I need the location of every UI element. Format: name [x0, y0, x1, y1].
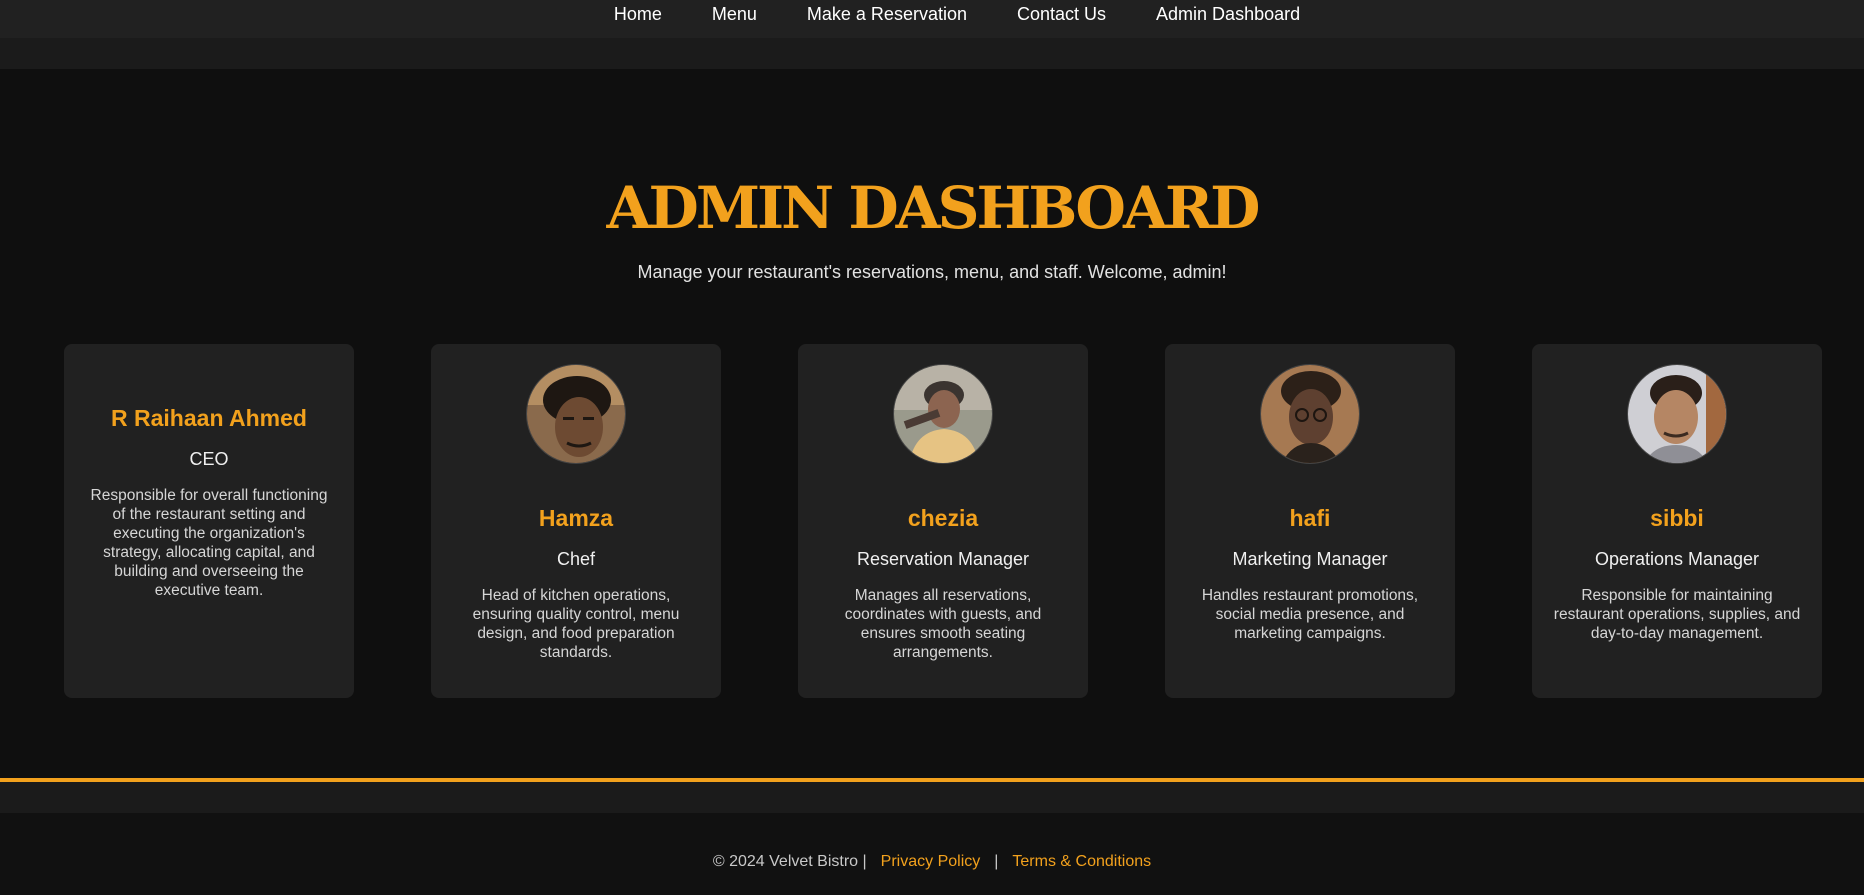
privacy-policy-link[interactable]: Privacy Policy [881, 853, 981, 871]
page-title: ADMIN DASHBOARD [606, 174, 1261, 242]
footer-content: © 2024 Velvet Bistro | Privacy Policy | … [713, 813, 1151, 871]
nav-contact-link[interactable]: Contact Us [1017, 4, 1106, 25]
nav-shadow-strip [0, 38, 1864, 69]
staff-description: Handles restaurant promotions, social me… [1201, 587, 1419, 642]
staff-description: Responsible for overall functioning of t… [90, 487, 328, 599]
footer: © 2024 Velvet Bistro | Privacy Policy | … [0, 813, 1864, 895]
staff-name: chezia [907, 505, 979, 531]
staff-card: chezia Reservation Manager Manages all r… [798, 344, 1088, 698]
nav-menu-link[interactable]: Menu [712, 4, 757, 25]
staff-name: R Raihaan Ahmed [111, 405, 307, 431]
staff-description: Head of kitchen operations, ensuring qua… [472, 587, 680, 661]
staff-description: Responsible for maintaining restaurant o… [1553, 587, 1801, 642]
nav-admin-dashboard-link[interactable]: Admin Dashboard [1156, 4, 1300, 25]
staff-name: hafi [1289, 505, 1331, 531]
copyright-text: © 2024 Velvet Bistro | [712, 853, 867, 870]
nav-home-link[interactable]: Home [614, 4, 662, 25]
staff-card: Hamza Chef Head of kitchen operations, e… [431, 344, 721, 698]
avatar [1260, 364, 1360, 464]
staff-name: Hamza [538, 505, 614, 531]
staff-role: Marketing Manager [1232, 549, 1388, 569]
staff-role: Chef [556, 549, 596, 569]
nav-list: Home Menu Make a Reservation Contact Us … [564, 0, 1300, 25]
staff-cards: R Raihaan Ahmed CEO Responsible for over… [64, 344, 1822, 698]
staff-card: R Raihaan Ahmed CEO Responsible for over… [64, 344, 354, 698]
staff-name: sibbi [1650, 505, 1704, 531]
staff-role: Reservation Manager [856, 549, 1030, 569]
page-subtitle: Manage your restaurant's reservations, m… [637, 262, 1227, 282]
staff-role: CEO [189, 449, 229, 469]
avatar [526, 364, 626, 464]
staff-card: sibbi Operations Manager Responsible for… [1532, 344, 1822, 698]
nav-reservation-link[interactable]: Make a Reservation [807, 4, 967, 25]
staff-card: hafi Marketing Manager Handles restauran… [1165, 344, 1455, 698]
avatar [893, 364, 993, 464]
footer-strip [0, 782, 1864, 813]
staff-description: Manages all reservations, coordinates wi… [844, 587, 1042, 661]
staff-role: Operations Manager [1594, 549, 1760, 569]
avatar [1627, 364, 1727, 464]
footer-separator: | [994, 853, 999, 870]
top-navigation: Home Menu Make a Reservation Contact Us … [0, 0, 1864, 38]
terms-conditions-link[interactable]: Terms & Conditions [1012, 853, 1151, 871]
